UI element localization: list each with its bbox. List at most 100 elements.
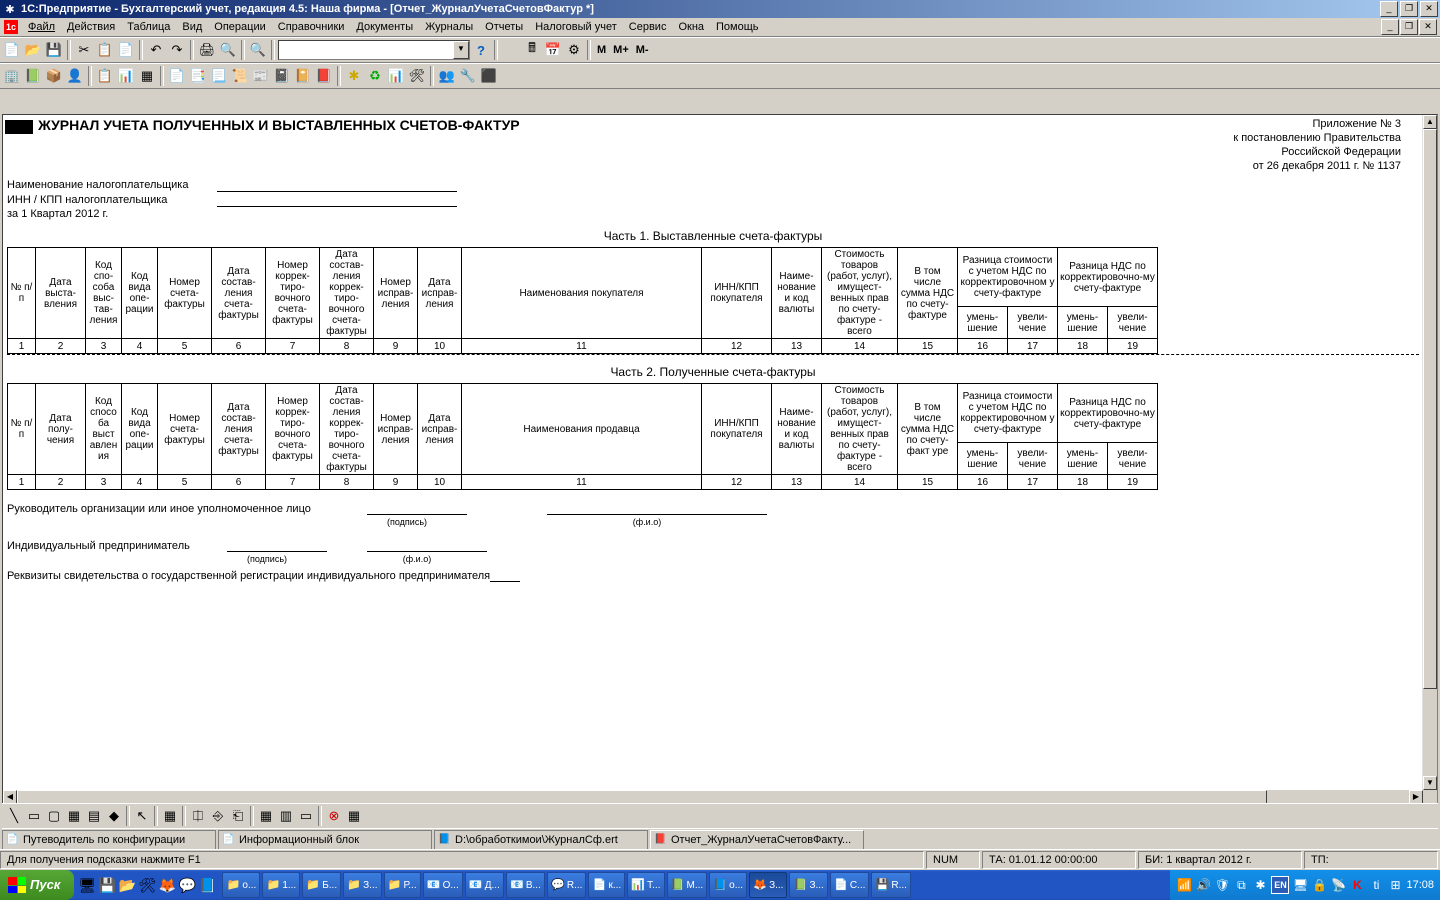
ql-icon[interactable]: 📂 <box>118 874 136 896</box>
vertical-scrollbar[interactable]: ▲ ▼ <box>1422 115 1437 790</box>
tb-icon-4[interactable]: 👤 <box>65 66 85 86</box>
find-icon[interactable]: 🔍 <box>248 40 268 60</box>
bt-icon[interactable]: ╲ <box>4 806 24 826</box>
taskbar-task[interactable]: 📁1... <box>262 872 300 898</box>
tray-icon[interactable]: 🔒 <box>1311 877 1327 893</box>
tb-icon-8[interactable]: 📄 <box>167 66 187 86</box>
tb-icon-21[interactable]: 🔧 <box>458 66 478 86</box>
tb-icon-11[interactable]: 📜 <box>230 66 250 86</box>
scroll-right-icon[interactable]: ▶ <box>1409 790 1423 804</box>
chevron-down-icon[interactable]: ▼ <box>453 41 469 59</box>
pointer-icon[interactable]: ↖ <box>132 806 152 826</box>
tb-icon-5[interactable]: 📋 <box>95 66 115 86</box>
menu-directories[interactable]: Справочники <box>272 20 351 34</box>
menu-view[interactable]: Вид <box>176 20 208 34</box>
tray-icon[interactable]: 📡 <box>1330 877 1346 893</box>
tray-clock[interactable]: 17:08 <box>1406 879 1434 891</box>
calc-icon[interactable]: 🖩 <box>522 40 542 60</box>
tb-icon-19[interactable]: 🛠 <box>407 66 427 86</box>
ql-icon[interactable]: 🦊 <box>158 874 176 896</box>
menu-journals[interactable]: Журналы <box>419 20 479 34</box>
bt-icon[interactable]: ▢ <box>44 806 64 826</box>
tb-icon-12[interactable]: 📰 <box>251 66 271 86</box>
grid-icon[interactable]: ▦ <box>160 806 180 826</box>
tray-icon[interactable]: ⊞ <box>1387 877 1403 893</box>
bt-icon[interactable]: ▭ <box>296 806 316 826</box>
tray-lang[interactable]: EN <box>1271 876 1289 894</box>
tray-icon[interactable]: 🔊 <box>1195 877 1211 893</box>
mdi-restore-button[interactable]: ❐ <box>1400 19 1418 35</box>
tray-icon[interactable]: 🛡 <box>1214 877 1230 893</box>
menu-windows[interactable]: Окна <box>672 20 710 34</box>
cut-icon[interactable]: ✂ <box>74 40 94 60</box>
tb-icon-22[interactable]: ⬛ <box>479 66 499 86</box>
search-combo[interactable]: ▼ <box>278 40 470 60</box>
tb-icon-7[interactable]: ▦ <box>137 66 157 86</box>
scroll-thumb[interactable] <box>17 790 1267 804</box>
tb-icon-1[interactable]: 🏢 <box>2 66 22 86</box>
menu-help[interactable]: Помощь <box>710 20 765 34</box>
bt-icon[interactable]: ⎅ <box>188 806 208 826</box>
undo-icon[interactable]: ↶ <box>146 40 166 60</box>
taskbar-task[interactable]: 📁Б... <box>302 872 341 898</box>
ql-icon[interactable]: 💾 <box>98 874 116 896</box>
bt-icon[interactable]: ⎆ <box>208 806 228 826</box>
taskbar-task[interactable]: 📁Р... <box>384 872 421 898</box>
window-tab[interactable]: 📘D:\обработкимои\ЖурналСф.ert <box>434 830 648 849</box>
tb-icon-10[interactable]: 📃 <box>209 66 229 86</box>
preview-icon[interactable]: 🔍 <box>218 40 238 60</box>
taskbar-task[interactable]: 📁З... <box>343 872 381 898</box>
taskbar-task[interactable]: 🦊З... <box>749 872 787 898</box>
taskbar-task[interactable]: 📄C... <box>830 872 870 898</box>
mdi-close-button[interactable]: ✕ <box>1419 19 1437 35</box>
bt-icon[interactable]: ⊗ <box>324 806 344 826</box>
tb-icon-2[interactable]: 📗 <box>23 66 43 86</box>
menu-actions[interactable]: Действия <box>61 20 121 34</box>
taskbar-task[interactable]: 📗З... <box>789 872 827 898</box>
print-icon[interactable]: 🖨 <box>197 40 217 60</box>
ql-icon[interactable]: 💬 <box>178 874 196 896</box>
memory-mminus[interactable]: М- <box>633 44 652 56</box>
tray-icon[interactable]: K <box>1349 877 1365 893</box>
horizontal-scrollbar[interactable]: ◀ ▶ <box>3 790 1423 804</box>
bt-icon[interactable]: ▦ <box>256 806 276 826</box>
window-tab[interactable]: 📄Путеводитель по конфигурации <box>2 830 216 849</box>
taskbar-task[interactable]: 💾R... <box>871 872 911 898</box>
taskbar-task[interactable]: 📊T... <box>627 872 664 898</box>
taskbar-task[interactable]: 📘о... <box>709 872 747 898</box>
menu-reports[interactable]: Отчеты <box>479 20 529 34</box>
open-icon[interactable]: 📂 <box>23 40 43 60</box>
scroll-up-icon[interactable]: ▲ <box>1423 115 1437 129</box>
tb-icon-13[interactable]: 📓 <box>272 66 292 86</box>
tb-icon-18[interactable]: 📊 <box>386 66 406 86</box>
bt-icon[interactable]: ▭ <box>24 806 44 826</box>
tool-icon[interactable]: ⚙ <box>564 40 584 60</box>
bt-icon[interactable]: ▤ <box>84 806 104 826</box>
ql-icon[interactable]: 📘 <box>198 874 216 896</box>
tray-icon[interactable]: ✱ <box>1252 877 1268 893</box>
menu-table[interactable]: Таблица <box>121 20 176 34</box>
bt-icon[interactable]: ⎗ <box>228 806 248 826</box>
window-tab[interactable]: 📕Отчет_ЖурналУчетаСчетовФакту... <box>650 830 864 849</box>
taskbar-task[interactable]: 📧В... <box>506 872 545 898</box>
start-button[interactable]: Пуск <box>0 870 74 900</box>
tb-icon-17[interactable]: ♻ <box>365 66 385 86</box>
scroll-left-icon[interactable]: ◀ <box>3 790 17 804</box>
mdi-minimize-button[interactable]: _ <box>1381 19 1399 35</box>
memory-m[interactable]: М <box>594 44 609 56</box>
calendar-icon[interactable]: 📅 <box>543 40 563 60</box>
paste-icon[interactable]: 📄 <box>116 40 136 60</box>
close-button[interactable]: ✕ <box>1420 1 1438 17</box>
tray-icon[interactable]: 📶 <box>1176 877 1192 893</box>
memory-mplus[interactable]: М+ <box>610 44 632 56</box>
menu-tax[interactable]: Налоговый учет <box>529 20 623 34</box>
menu-documents[interactable]: Документы <box>350 20 419 34</box>
bt-icon[interactable]: ◆ <box>104 806 124 826</box>
save-icon[interactable]: 💾 <box>44 40 64 60</box>
tb-icon-6[interactable]: 📊 <box>116 66 136 86</box>
ql-icon[interactable]: 🛠 <box>138 874 156 896</box>
bt-icon[interactable]: ▥ <box>276 806 296 826</box>
tb-icon-9[interactable]: 📑 <box>188 66 208 86</box>
help-icon[interactable]: ? <box>471 40 491 60</box>
ql-icon[interactable]: 🖥 <box>78 874 96 896</box>
